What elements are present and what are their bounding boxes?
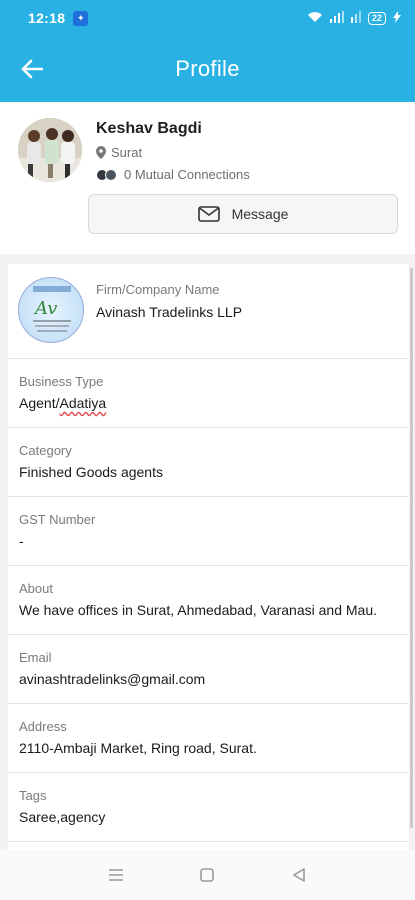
business-details-card: Av Firm/Company Name Avinash Tradelinks … xyxy=(8,264,409,850)
email-row: Email avinashtradelinks@gmail.com xyxy=(8,635,409,704)
category-label: Category xyxy=(19,443,72,458)
business-type-value-part: Adatiya xyxy=(59,395,107,411)
profile-name: Keshav Bagdi xyxy=(96,120,202,137)
email-value[interactable]: avinashtradelinks@gmail.com xyxy=(19,670,399,689)
avatar[interactable] xyxy=(18,118,82,182)
category-value: Finished Goods agents xyxy=(19,464,163,480)
address-row: Address 2110-Ambaji Market, Ring road, S… xyxy=(8,704,409,773)
profile-location: Surat xyxy=(96,145,142,160)
menu-lines-icon xyxy=(108,869,123,881)
charging-icon xyxy=(393,10,401,26)
business-type-value: Agent/Adatiya xyxy=(19,395,107,411)
location-pin-icon xyxy=(96,146,106,159)
svg-text:Av: Av xyxy=(33,298,57,319)
profile-card: Keshav Bagdi Surat 0 Mutual Connections … xyxy=(0,102,415,254)
email-label: Email xyxy=(19,650,52,665)
back-button[interactable] xyxy=(18,55,46,83)
square-icon xyxy=(200,868,215,882)
tags-label: Tags xyxy=(19,788,47,803)
gst-row: GST Number - xyxy=(8,497,409,566)
firm-text: Firm/Company Name Avinash Tradelinks LLP xyxy=(96,282,242,322)
about-label: About xyxy=(19,581,53,596)
category-row: Category Finished Goods agents xyxy=(8,428,409,497)
message-button[interactable]: Message xyxy=(88,194,398,234)
firm-logo[interactable]: Av xyxy=(18,277,84,343)
location-text: Surat xyxy=(111,145,143,160)
app-notification-icon: ✦ xyxy=(73,10,89,26)
business-type-row: Business Type Agent/Adatiya xyxy=(8,359,409,428)
firm-value: Avinash Tradelinks LLP xyxy=(96,304,243,320)
connections-icon xyxy=(96,168,118,181)
scrollbar[interactable] xyxy=(410,268,413,828)
back-nav-button[interactable] xyxy=(285,861,313,889)
recent-apps-button[interactable] xyxy=(102,861,130,889)
arrow-left-icon xyxy=(21,59,43,79)
envelope-icon xyxy=(197,206,220,222)
business-type-label: Business Type xyxy=(19,374,104,389)
signal-icon xyxy=(329,10,344,26)
mutual-connections-text: 0 Mutual Connections xyxy=(124,167,250,182)
system-nav-bar xyxy=(0,850,415,900)
mutual-connections[interactable]: 0 Mutual Connections xyxy=(96,167,250,182)
firm-row: Av Firm/Company Name Avinash Tradelinks … xyxy=(8,264,409,359)
address-label: Address xyxy=(19,719,67,734)
status-icons: 22 xyxy=(307,10,401,26)
address-value: 2110-Ambaji Market, Ring road, Surat. xyxy=(19,740,257,756)
message-button-label: Message xyxy=(231,206,289,222)
tags-value: Saree,agency xyxy=(19,809,106,825)
gst-value: - xyxy=(19,533,24,549)
status-bar: 12:18 ✦ 22 xyxy=(0,0,415,36)
app-bar: Profile xyxy=(0,36,415,102)
about-row: About We have offices in Surat, Ahmedaba… xyxy=(8,566,409,635)
tags-row: Tags Saree,agency xyxy=(8,773,409,842)
wifi-icon xyxy=(307,11,323,26)
gst-label: GST Number xyxy=(19,512,96,527)
about-value: We have offices in Surat, Ahmedabad, Var… xyxy=(19,602,377,618)
home-button[interactable] xyxy=(193,861,221,889)
triangle-back-icon xyxy=(293,868,305,882)
firm-label: Firm/Company Name xyxy=(96,282,220,297)
status-time: 12:18 xyxy=(28,10,66,26)
signal-icon-2 xyxy=(350,10,361,26)
battery-icon: 22 xyxy=(367,11,386,25)
page-title: Profile xyxy=(175,56,240,81)
